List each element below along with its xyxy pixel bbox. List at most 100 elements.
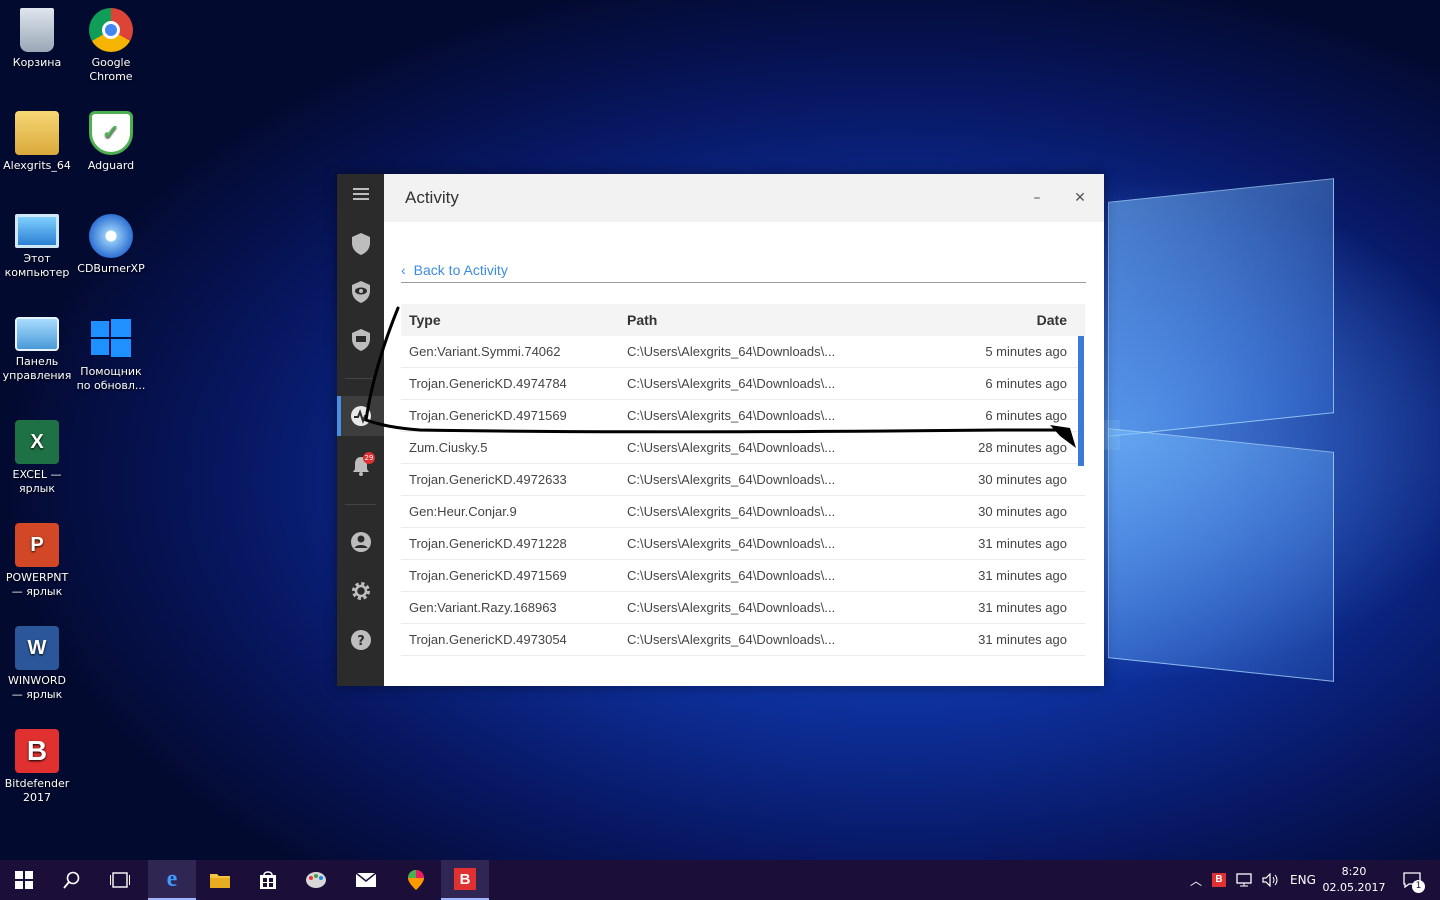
desktop-icon-label: POWERPNT — ярлык <box>5 571 69 598</box>
taskbar-edge[interactable]: e <box>148 860 196 900</box>
cell-date: 5 minutes ago <box>985 344 1067 359</box>
nav-account[interactable] <box>337 522 384 562</box>
nav-privacy[interactable] <box>337 272 384 312</box>
action-center-button[interactable]: 1 <box>1388 860 1436 900</box>
taskbar-paint[interactable] <box>292 860 340 900</box>
desktop-icon-windows-update[interactable]: Помощник по обновл... <box>74 317 148 393</box>
taskbar-bitdefender[interactable]: B <box>441 860 489 900</box>
desktop-icon-adguard[interactable]: ✓ Adguard <box>74 111 148 173</box>
word-icon: W <box>15 626 59 670</box>
header-type[interactable]: Type <box>401 312 627 328</box>
bitdefender-window: 29 ? Activity – ✕ ‹ Back to Activity Typ… <box>337 174 1104 686</box>
cell-date: 31 minutes ago <box>978 632 1067 647</box>
cell-path: C:\Users\Alexgrits_64\Downloads\... <box>627 568 836 583</box>
rail-divider <box>345 504 376 505</box>
chevron-left-icon: ‹ <box>401 262 406 278</box>
desktop-icon-control-panel[interactable]: Панель управления <box>0 317 74 383</box>
table-row[interactable]: Trojan.GenericKD.4971569 C:\Users\Alexgri… <box>401 560 1085 592</box>
desktop-icon-label: Google Chrome <box>89 56 133 83</box>
cell-type: Trojan.GenericKD.4973054 <box>409 632 567 647</box>
taskbar-mail[interactable] <box>342 860 390 900</box>
desktop-icon-bitdefender[interactable]: B Bitdefender 2017 <box>0 729 74 805</box>
privacy-eye-icon <box>351 281 370 303</box>
desktop-icon-cdburner[interactable]: CDBurnerXP <box>74 214 148 276</box>
minimize-button[interactable]: – <box>1027 188 1047 208</box>
cell-path: C:\Users\Alexgrits_64\Downloads\... <box>627 600 836 615</box>
window-title: Activity <box>405 188 459 207</box>
bitdefender-icon: B <box>454 868 476 890</box>
nav-tools[interactable] <box>337 320 384 360</box>
header-date[interactable]: Date <box>927 312 1067 328</box>
nav-activity[interactable] <box>337 396 384 436</box>
table-row[interactable]: Gen:Variant.Razy.168963 C:\Users\Alexgrit… <box>401 592 1085 624</box>
cell-date: 31 minutes ago <box>978 600 1067 615</box>
colorful-pin-icon <box>408 870 424 890</box>
table-row[interactable]: Trojan.GenericKD.4974784 C:\Users\Alexgri… <box>401 368 1085 400</box>
menu-button[interactable] <box>337 174 384 214</box>
table-row[interactable]: Trojan.GenericKD.4971228 C:\Users\Alexgri… <box>401 528 1085 560</box>
close-button[interactable]: ✕ <box>1070 188 1090 208</box>
task-view-button[interactable] <box>96 860 144 900</box>
desktop-icon-label: Adguard <box>87 159 135 172</box>
cell-path: C:\Users\Alexgrits_64\Downloads\... <box>627 376 836 391</box>
start-button[interactable] <box>0 860 48 900</box>
taskbar-maps[interactable] <box>392 860 440 900</box>
windows-logo-pane <box>1108 428 1334 682</box>
window-titlebar: Activity – ✕ <box>384 174 1104 222</box>
cell-date: 31 minutes ago <box>978 568 1067 583</box>
cell-date: 30 minutes ago <box>978 472 1067 487</box>
table-header: Type Path Date <box>401 304 1085 336</box>
desktop-icon-label: Помощник по обновл... <box>76 365 146 392</box>
nav-protection[interactable] <box>337 224 384 264</box>
desktop-icon-word[interactable]: W WINWORD — ярлык <box>0 626 74 702</box>
cell-date: 6 minutes ago <box>985 408 1067 423</box>
bitdefender-tray-icon[interactable]: B <box>1212 873 1227 887</box>
language-indicator[interactable]: ENG <box>1290 873 1316 887</box>
table-scrollbar[interactable] <box>1078 336 1084 466</box>
gear-icon <box>351 582 370 600</box>
chrome-icon <box>89 8 133 52</box>
table-row[interactable]: Gen:Heur.Conjar.9 C:\Users\Alexgrits_64\D… <box>401 496 1085 528</box>
table-row[interactable]: Trojan.GenericKD.4971569 C:\Users\Alexgri… <box>401 400 1085 432</box>
cell-type: Trojan.GenericKD.4971569 <box>409 568 567 583</box>
desktop-icon-label: EXCEL — ярлык <box>12 468 62 495</box>
cell-path: C:\Users\Alexgrits_64\Downloads\... <box>627 536 836 551</box>
desktop-icon-chrome[interactable]: Google Chrome <box>74 8 148 84</box>
desktop-icon-label: Alexgrits_64 <box>3 159 71 172</box>
network-icon[interactable] <box>1236 873 1252 887</box>
cd-burner-icon <box>89 214 133 258</box>
search-button[interactable] <box>48 860 96 900</box>
table-row[interactable]: Trojan.GenericKD.4973054 C:\Users\Alexgri… <box>401 624 1085 656</box>
desktop-icon-user-folder[interactable]: Alexgrits_64 <box>0 111 74 173</box>
cell-type: Gen:Variant.Symmi.74062 <box>409 344 561 359</box>
back-to-activity-link[interactable]: ‹ Back to Activity <box>401 262 508 278</box>
volume-icon[interactable] <box>1262 873 1280 887</box>
table-row[interactable]: Zum.Ciusky.5 C:\Users\Alexgrits_64\Downlo… <box>401 432 1085 464</box>
header-path[interactable]: Path <box>627 312 927 328</box>
edge-icon: e <box>166 865 178 892</box>
cell-path: C:\Users\Alexgrits_64\Downloads\... <box>627 440 836 455</box>
computer-icon <box>15 214 59 248</box>
desktop-icon-powerpoint[interactable]: P POWERPNT — ярлык <box>0 523 74 599</box>
nav-notifications[interactable]: 29 <box>337 446 384 486</box>
taskbar-file-explorer[interactable] <box>196 860 244 900</box>
nav-help[interactable]: ? <box>337 620 384 660</box>
chevron-up-icon[interactable]: ︿ <box>1190 872 1202 889</box>
desktop-icon-excel[interactable]: X EXCEL — ярлык <box>0 420 74 496</box>
bitdefender-icon: B <box>15 729 59 773</box>
desktop-icon-recycle-bin[interactable]: Корзина <box>0 8 74 70</box>
back-divider <box>401 282 1086 283</box>
taskbar-store[interactable] <box>244 860 292 900</box>
desktop-icon-label: Панель управления <box>2 355 72 382</box>
windows-update-icon <box>89 317 133 361</box>
taskbar-clock[interactable]: 8:20 02.05.2017 <box>1318 864 1390 896</box>
table-row[interactable]: Gen:Variant.Symmi.74062 C:\Users\Alexgrit… <box>401 336 1085 368</box>
table-row[interactable]: Trojan.GenericKD.4972633 C:\Users\Alexgri… <box>401 464 1085 496</box>
cell-type: Trojan.GenericKD.4974784 <box>409 376 567 391</box>
desktop-icon-computer[interactable]: Этот компьютер <box>0 214 74 280</box>
nav-settings[interactable] <box>337 571 384 611</box>
system-tray: ︿ B ENG <box>1190 860 1316 900</box>
cell-path: C:\Users\Alexgrits_64\Downloads\... <box>627 504 836 519</box>
search-icon <box>63 871 80 889</box>
user-folder-icon <box>15 111 59 155</box>
